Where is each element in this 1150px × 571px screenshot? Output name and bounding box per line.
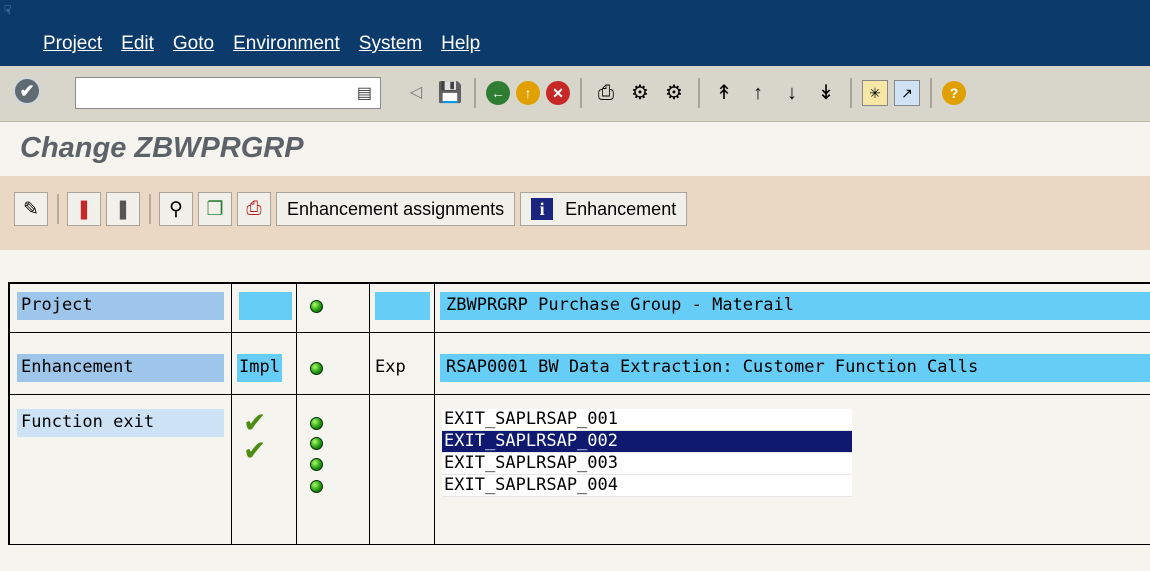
row-divider	[8, 394, 1150, 395]
menu-project[interactable]: Project	[43, 33, 102, 55]
print-icon[interactable]: ⎙	[592, 79, 620, 107]
help-icon[interactable]: ?	[942, 81, 966, 105]
enhancement-assignments-button[interactable]: Enhancement assignments	[276, 192, 516, 226]
back-icon[interactable]: ←	[486, 81, 510, 105]
enhancement-impl: Impl	[237, 354, 282, 382]
toolbar-separator	[698, 78, 700, 108]
find-next-icon[interactable]: ⚙	[660, 79, 688, 107]
previous-page-icon[interactable]: ↑	[744, 79, 772, 107]
save-icon[interactable]: 💾	[436, 79, 464, 107]
first-page-icon[interactable]: ↟	[710, 79, 738, 107]
shortcut-icon[interactable]: ↗	[894, 80, 920, 106]
enhancement-description[interactable]: RSAP0001 BW Data Extraction: Customer Fu…	[440, 354, 1150, 382]
enter-button[interactable]: ✔	[13, 77, 41, 105]
new-session-icon[interactable]: ✳	[862, 80, 888, 106]
cancel-icon[interactable]: ✕	[546, 81, 570, 105]
next-page-icon[interactable]: ↓	[778, 79, 806, 107]
enhancement-status-dot	[310, 362, 323, 375]
row-divider	[8, 332, 1150, 333]
function-exit-item-selected[interactable]: EXIT_SAPLRSAP_002	[442, 431, 852, 453]
deactivate-icon[interactable]: ❚	[106, 192, 140, 226]
function-exit-item[interactable]: EXIT_SAPLRSAP_004	[442, 475, 852, 497]
command-history-icon[interactable]: ▤	[357, 83, 372, 103]
command-input[interactable]	[80, 78, 354, 108]
menu-system[interactable]: System	[359, 33, 422, 55]
enhancement-label: Enhancement	[17, 354, 224, 382]
column-divider	[296, 282, 297, 544]
toolbar-separator	[57, 194, 59, 224]
column-divider	[434, 282, 435, 544]
window-menu-icon[interactable]: ☟	[4, 3, 11, 17]
exit-status-dot	[310, 437, 323, 450]
menu-list: Project Edit Goto Environment System Hel…	[43, 33, 480, 55]
toolbar-separator	[930, 78, 932, 108]
project-exp-cell	[375, 292, 430, 320]
function-exit-item[interactable]: EXIT_SAPLRSAP_001	[442, 409, 852, 431]
project-label: Project	[17, 292, 224, 320]
function-exit-label: Function exit	[17, 409, 224, 437]
toolbar-separator	[850, 78, 852, 108]
page-title: Change ZBWPRGRP	[20, 132, 304, 164]
exit-status-dot	[310, 417, 323, 430]
copy-icon[interactable]: ❐	[198, 192, 232, 226]
display-change-icon[interactable]: ✎	[14, 192, 48, 226]
menu-edit[interactable]: Edit	[121, 33, 154, 55]
enhancement-exp: Exp	[375, 357, 406, 377]
standard-toolbar: ✔ ▤ ◁ 💾 ← ↑ ✕ ⎙ ⚙ ⚙ ↟ ↑ ↓ ↡ ✳ ↗ ?	[0, 66, 1150, 122]
project-impl-cell	[239, 292, 292, 320]
where-used-icon[interactable]: ⚲	[159, 192, 193, 226]
enhancement-button-label: Enhancement	[565, 198, 677, 219]
implemented-check-icon: ✔	[243, 406, 267, 439]
column-divider	[231, 282, 232, 544]
toolbar-separator	[149, 194, 151, 224]
toolbar-icons: ◁ 💾 ← ↑ ✕ ⎙ ⚙ ⚙ ↟ ↑ ↓ ↡ ✳ ↗ ?	[402, 78, 972, 108]
find-icon[interactable]: ⚙	[626, 79, 654, 107]
command-field[interactable]: ▤	[75, 77, 381, 109]
project-status-dot	[310, 300, 323, 313]
menu-help[interactable]: Help	[441, 33, 480, 55]
application-toolbar: ✎ ❚ ❚ ⚲ ❐ ⎙ Enhancement assignments i En…	[0, 176, 1150, 250]
exit-status-dot	[310, 480, 323, 493]
column-divider	[369, 282, 370, 544]
arrow-left-icon[interactable]: ◁	[402, 79, 430, 107]
activate-icon[interactable]: ❚	[67, 192, 101, 226]
project-description[interactable]: ZBWPRGRP Purchase Group - Materail	[440, 292, 1150, 320]
function-exit-list: EXIT_SAPLRSAP_001 EXIT_SAPLRSAP_002 EXIT…	[442, 409, 852, 497]
menu-bar: ☟ Project Edit Goto Environment System H…	[0, 0, 1150, 66]
print-icon[interactable]: ⎙	[237, 192, 271, 226]
toolbar-separator	[580, 78, 582, 108]
info-icon: i	[531, 198, 554, 220]
exit-icon[interactable]: ↑	[516, 81, 540, 105]
last-page-icon[interactable]: ↡	[812, 79, 840, 107]
menu-environment[interactable]: Environment	[233, 33, 340, 55]
menu-goto[interactable]: Goto	[173, 33, 214, 55]
exit-status-dot	[310, 458, 323, 471]
implemented-check-icon: ✔	[243, 434, 267, 467]
toolbar-separator	[474, 78, 476, 108]
enhancement-button[interactable]: i Enhancement	[520, 192, 688, 226]
function-exit-item[interactable]: EXIT_SAPLRSAP_003	[442, 453, 852, 475]
title-bar: Change ZBWPRGRP	[0, 122, 1150, 176]
